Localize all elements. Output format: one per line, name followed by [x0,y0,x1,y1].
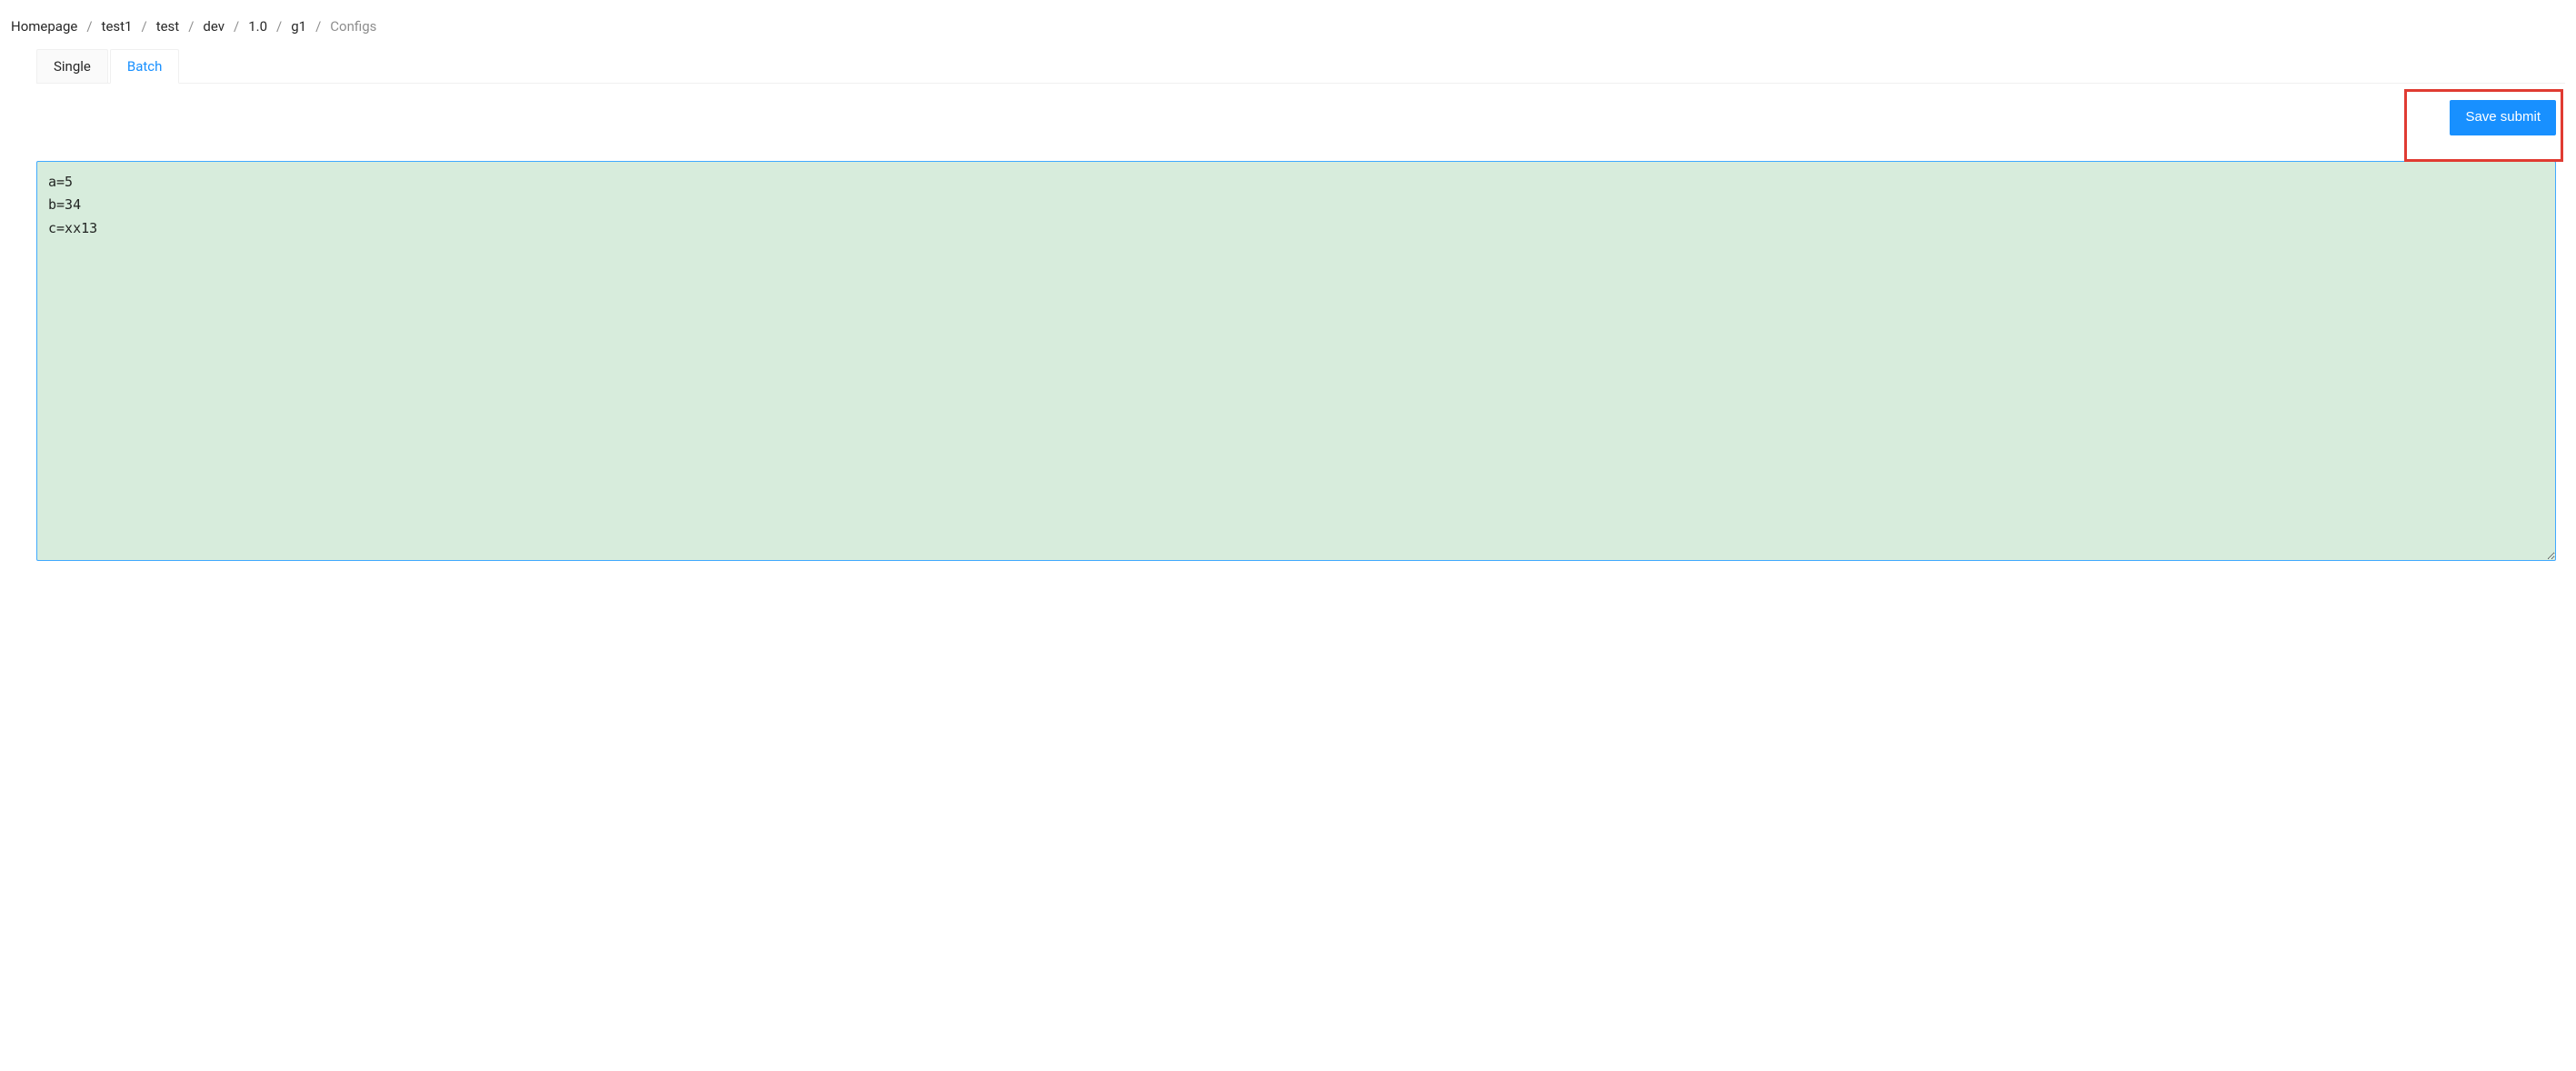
breadcrumb-separator: / [188,18,194,35]
tab-single[interactable]: Single [36,49,108,83]
breadcrumb-separator: / [141,18,146,35]
tab-batch[interactable]: Batch [110,49,180,84]
breadcrumb-item-version[interactable]: 1.0 [248,18,267,35]
breadcrumb-item-test1[interactable]: test1 [102,18,133,35]
breadcrumb-item-homepage[interactable]: Homepage [11,18,77,35]
breadcrumb-separator: / [234,18,239,35]
breadcrumb-item-dev[interactable]: dev [203,18,225,35]
config-editor[interactable] [36,161,2556,561]
breadcrumb-separator: / [86,18,92,35]
breadcrumb-separator: / [315,18,321,35]
breadcrumb-item-configs: Configs [330,18,376,35]
breadcrumb-item-g1[interactable]: g1 [291,18,306,35]
breadcrumb-separator: / [276,18,282,35]
tabs: Single Batch [36,49,2565,84]
action-bar: Save submit [11,84,2565,145]
save-submit-button[interactable]: Save submit [2450,100,2556,135]
breadcrumb-item-test[interactable]: test [156,18,180,35]
breadcrumb: Homepage / test1 / test / dev / 1.0 / g1… [11,11,2565,49]
